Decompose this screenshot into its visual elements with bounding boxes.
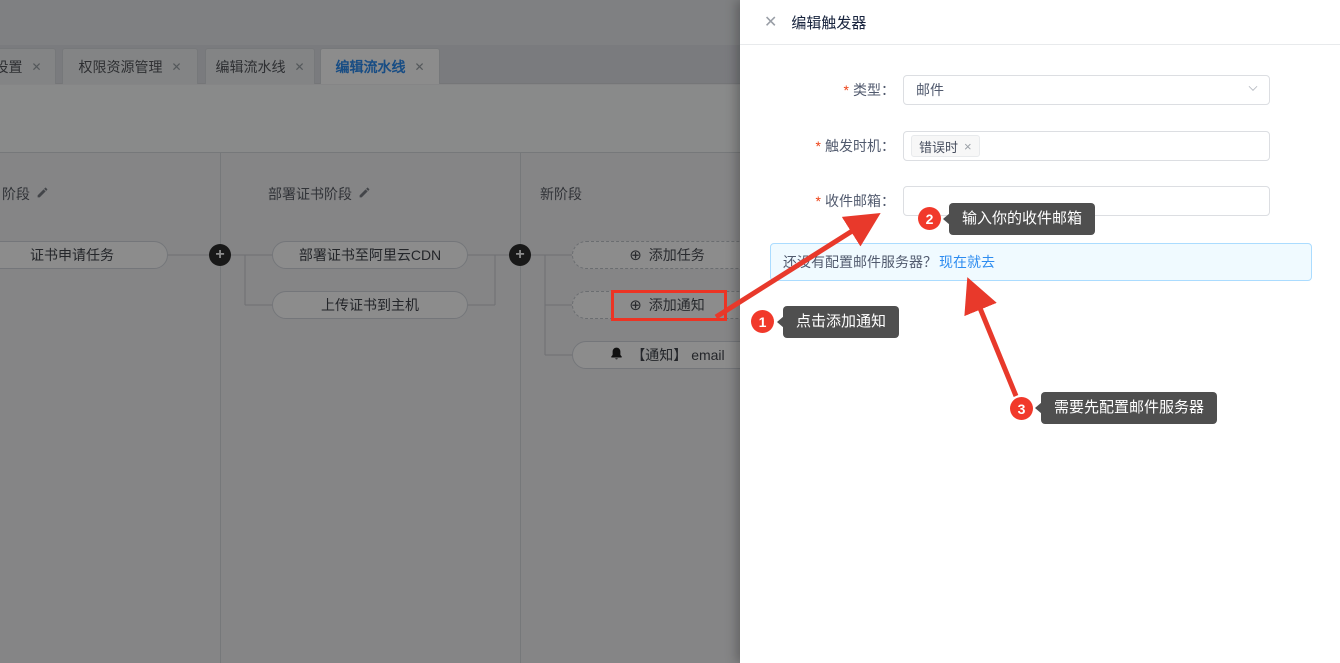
step-badge-3: 3	[1010, 397, 1033, 420]
field-row-type: *类型： 邮件	[740, 75, 1340, 105]
required-mark: *	[844, 82, 849, 98]
drawer-header: ✕ 编辑触发器	[740, 0, 1340, 45]
step-callout-1: 点击添加通知	[783, 306, 899, 338]
close-icon[interactable]: ✕	[764, 12, 777, 32]
screen: 设置 ✕ 权限资源管理 ✕ 编辑流水线 ✕ 编辑流水线 ✕ 阶段	[0, 0, 1340, 663]
required-mark: *	[816, 193, 821, 209]
required-mark: *	[816, 138, 821, 154]
step-badge-1: 1	[751, 310, 774, 333]
type-select[interactable]: 邮件	[903, 75, 1270, 105]
timing-multiselect[interactable]: 错误时 ×	[903, 131, 1270, 161]
modal-mask[interactable]	[0, 0, 740, 663]
field-label-recipient: *收件邮箱：	[740, 186, 895, 216]
step-callout-3: 需要先配置邮件服务器	[1041, 392, 1217, 424]
field-row-timing: *触发时机： 错误时 ×	[740, 131, 1340, 161]
field-label-type: *类型：	[740, 75, 895, 105]
type-select-value: 邮件	[916, 80, 1246, 100]
chevron-down-icon	[1246, 81, 1269, 100]
step-badge-2: 2	[918, 207, 941, 230]
configure-now-link[interactable]: 现在就去	[939, 252, 995, 272]
step-callout-2: 输入你的收件邮箱	[949, 203, 1095, 235]
mail-server-alert: 还没有配置邮件服务器？ 现在就去	[770, 243, 1312, 281]
tag-close-icon[interactable]: ×	[964, 139, 972, 154]
timing-tag-on-error: 错误时 ×	[911, 135, 980, 157]
field-label-timing: *触发时机：	[740, 131, 895, 161]
drawer-title: 编辑触发器	[791, 12, 866, 33]
